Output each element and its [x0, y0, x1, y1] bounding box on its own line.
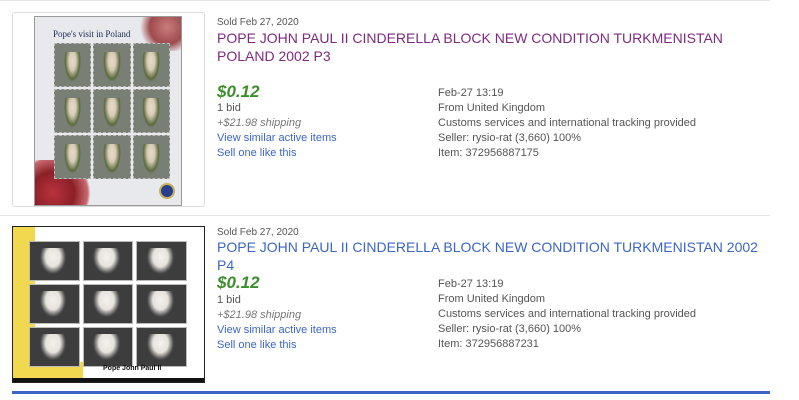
stamp-grid [29, 241, 187, 367]
stamp [136, 284, 187, 324]
stamp [136, 241, 187, 281]
shipping-cost: +$21.98 shipping [217, 117, 302, 129]
seller-info: Seller: rysio-rat (3,660) 100% [438, 323, 582, 335]
bid-count: 1 bid [217, 294, 241, 306]
shipping-services: Customs services and international track… [438, 308, 697, 320]
sell-one-link[interactable]: Sell one like this [217, 338, 337, 353]
stamp [82, 327, 134, 367]
view-similar-link[interactable]: View similar active items [217, 323, 337, 338]
item-location: From United Kingdom [438, 293, 545, 305]
stamp [82, 284, 134, 324]
item-title-link[interactable]: POPE JOHN PAUL II CINDERELLA BLOCK NEW C… [217, 238, 767, 274]
stamp [29, 284, 80, 324]
stamp [136, 327, 187, 367]
item-details-left: 1 bid +$21.98 shipping View similar acti… [217, 293, 337, 353]
stamp [29, 327, 80, 367]
view-similar-link[interactable]: View similar active items [217, 131, 337, 146]
stamp [29, 241, 80, 281]
image-border [13, 378, 204, 382]
item-details-right: Feb-27 13:19 From United Kingdom Customs… [438, 86, 696, 161]
end-time: Feb-27 13:19 [438, 87, 504, 99]
item-price: $0.12 [217, 273, 260, 292]
shipping-cost: +$21.98 shipping [217, 309, 302, 321]
item-details-left: 1 bid +$21.98 shipping View similar acti… [217, 101, 337, 161]
stamp [132, 89, 170, 133]
end-time: Feb-27 13:19 [438, 278, 504, 290]
stamp [93, 89, 131, 133]
stamp [93, 135, 131, 179]
item-thumbnail-image[interactable]: Pope's visit in Poland [34, 16, 182, 206]
stamp-grid [54, 43, 170, 179]
stamp [82, 241, 134, 281]
item-location: From United Kingdom [438, 102, 545, 114]
item-number: Item: 372956887231 [438, 338, 539, 350]
sold-date: Sold Feb 27, 2020 [217, 17, 299, 28]
stamp [132, 135, 170, 179]
bid-count: 1 bid [217, 102, 241, 114]
sell-one-link[interactable]: Sell one like this [217, 146, 337, 161]
sold-date: Sold Feb 27, 2020 [217, 227, 299, 238]
stamp [93, 43, 131, 87]
stamp [54, 135, 92, 179]
item-thumbnail-image[interactable]: Pope John Paul II [12, 226, 205, 383]
stamp [54, 89, 92, 133]
stamp [54, 43, 92, 87]
divider [12, 391, 770, 394]
sold-results-list: Pope's visit in Poland Sold Feb 27, 2020… [0, 0, 799, 400]
item-number: Item: 372956887175 [438, 147, 539, 159]
item-price: $0.12 [217, 82, 260, 101]
item-details-right: Feb-27 13:19 From United Kingdom Customs… [438, 277, 696, 352]
item-title-link[interactable]: POPE JOHN PAUL II CINDERELLA BLOCK NEW C… [217, 29, 767, 65]
image-caption: Pope John Paul II [103, 365, 162, 372]
stamp [132, 43, 170, 87]
shipping-services: Customs services and international track… [438, 117, 697, 129]
seal-icon [159, 183, 175, 199]
seller-info: Seller: rysio-rat (3,660) 100% [438, 132, 582, 144]
image-caption: Pope's visit in Poland [53, 29, 131, 39]
